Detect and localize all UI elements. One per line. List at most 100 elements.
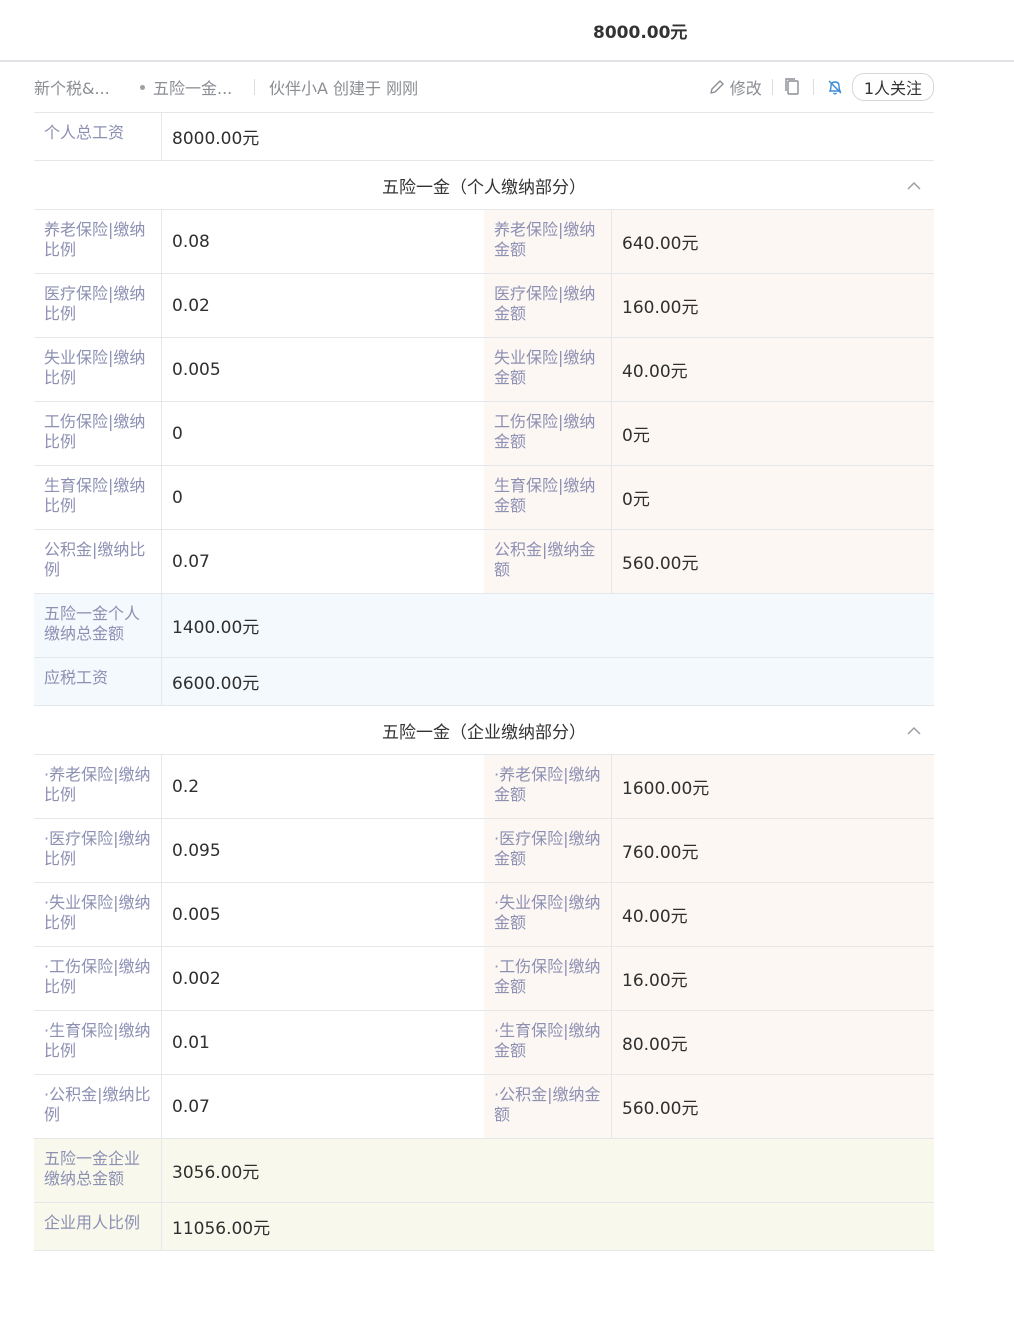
breadcrumb-view[interactable]: 五险一金... — [140, 75, 240, 99]
field-label: ·医疗保险|缴纳比例 — [34, 819, 162, 882]
ratio-field: 工伤保险|缴纳比例 0 — [34, 402, 484, 465]
taxable-salary-row: 应税工资 6600.00元 — [34, 658, 934, 706]
ratio-field: 医疗保险|缴纳比例 0.02 — [34, 274, 484, 337]
field-label: 公积金|缴纳比例 — [34, 530, 162, 593]
field-value[interactable]: 11056.00元 — [162, 1203, 934, 1250]
chevron-up-icon[interactable] — [906, 180, 922, 190]
ratio-field: ·公积金|缴纳比例 0.07 — [34, 1075, 484, 1138]
field-label: ·生育保险|缴纳金额 — [484, 1011, 612, 1074]
personal-rows: 养老保险|缴纳比例 0.08 养老保险|缴纳金额 640.00元 医疗保险|缴纳比例 0.… — [34, 210, 934, 594]
field-label: 企业用人比例 — [34, 1203, 162, 1250]
ratio-field: 养老保险|缴纳比例 0.08 — [34, 210, 484, 273]
notify-button[interactable] — [826, 78, 844, 96]
field-value[interactable]: 560.00元 — [612, 530, 922, 593]
amount-field: 生育保险|缴纳金额 0元 — [484, 466, 934, 529]
section-title: 五险一金（个人缴纳部分） — [382, 177, 586, 198]
field-label: ·养老保险|缴纳金额 — [484, 755, 612, 818]
amount-field: 失业保险|缴纳金额 40.00元 — [484, 338, 934, 401]
amount-field: ·生育保险|缴纳金额 80.00元 — [484, 1011, 934, 1074]
follow-count-badge[interactable]: 1人关注 — [851, 73, 934, 101]
ratio-field: 失业保险|缴纳比例 0.005 — [34, 338, 484, 401]
field-label: ·养老保险|缴纳比例 — [34, 755, 162, 818]
personal-section-header[interactable]: 五险一金（个人缴纳部分） — [34, 161, 934, 210]
field-value[interactable]: 0 — [162, 466, 472, 529]
field-pair-row: ·养老保险|缴纳比例 0.2 ·养老保险|缴纳金额 1600.00元 — [34, 755, 934, 819]
field-value[interactable]: 1400.00元 — [162, 594, 934, 657]
field-value[interactable]: 0.005 — [162, 883, 472, 946]
field-label: 医疗保险|缴纳比例 — [34, 274, 162, 337]
field-label: ·公积金|缴纳比例 — [34, 1075, 162, 1138]
field-label: 工伤保险|缴纳比例 — [34, 402, 162, 465]
field-value[interactable]: 8000.00元 — [162, 113, 269, 160]
amount-field: ·工伤保险|缴纳金额 16.00元 — [484, 947, 934, 1010]
field-pair-row: 失业保险|缴纳比例 0.005 失业保险|缴纳金额 40.00元 — [34, 338, 934, 402]
field-value[interactable]: 640.00元 — [612, 210, 922, 273]
ratio-field: ·失业保险|缴纳比例 0.005 — [34, 883, 484, 946]
chevron-up-icon[interactable] — [906, 725, 922, 735]
company-section-header[interactable]: 五险一金（企业缴纳部分） — [34, 706, 934, 755]
field-value[interactable]: 0.2 — [162, 755, 472, 818]
edit-label: 修改 — [729, 79, 762, 98]
field-pair-row: ·失业保险|缴纳比例 0.005 ·失业保险|缴纳金额 40.00元 — [34, 883, 934, 947]
field-value[interactable]: 0.005 — [162, 338, 472, 401]
field-label: ·失业保险|缴纳比例 — [34, 883, 162, 946]
copy-icon — [785, 78, 799, 95]
field-pair-row: 公积金|缴纳比例 0.07 公积金|缴纳金额 560.00元 — [34, 530, 934, 594]
field-value[interactable]: 1600.00元 — [612, 755, 922, 818]
field-label: ·工伤保险|缴纳比例 — [34, 947, 162, 1010]
field-value[interactable]: 160.00元 — [612, 274, 922, 337]
amount-field: 医疗保险|缴纳金额 160.00元 — [484, 274, 934, 337]
field-value[interactable]: 0元 — [612, 466, 922, 529]
field-value[interactable]: 16.00元 — [612, 947, 922, 1010]
field-value[interactable]: 560.00元 — [612, 1075, 922, 1138]
field-value[interactable]: 0.07 — [162, 530, 472, 593]
field-value[interactable]: 0元 — [612, 402, 922, 465]
section-title: 五险一金（企业缴纳部分） — [382, 722, 586, 743]
copy-button[interactable] — [783, 77, 801, 97]
field-label: 工伤保险|缴纳金额 — [484, 402, 612, 465]
field-value[interactable]: 0.095 — [162, 819, 472, 882]
amount-field: ·公积金|缴纳金额 560.00元 — [484, 1075, 934, 1138]
edit-button[interactable]: 修改 — [708, 75, 762, 99]
field-label: ·工伤保险|缴纳金额 — [484, 947, 612, 1010]
field-label: 生育保险|缴纳金额 — [484, 466, 612, 529]
field-value[interactable]: 0.02 — [162, 274, 472, 337]
field-pair-row: ·医疗保险|缴纳比例 0.095 ·医疗保险|缴纳金额 760.00元 — [34, 819, 934, 883]
field-value[interactable]: 760.00元 — [612, 819, 922, 882]
total-salary-row: 个人总工资 8000.00元 — [34, 113, 934, 161]
ratio-field: ·工伤保险|缴纳比例 0.002 — [34, 947, 484, 1010]
bell-off-icon — [828, 80, 842, 95]
amount-field: 公积金|缴纳金额 560.00元 — [484, 530, 934, 593]
creator-meta: 伙伴小A 创建于 刚刚 — [269, 79, 419, 98]
company-total-row: 五险一金企业缴纳总金额 3056.00元 — [34, 1139, 934, 1203]
field-label: 养老保险|缴纳比例 — [34, 210, 162, 273]
amount-field: ·失业保险|缴纳金额 40.00元 — [484, 883, 934, 946]
amount-field: 工伤保险|缴纳金额 0元 — [484, 402, 934, 465]
divider — [812, 79, 814, 95]
field-label: ·生育保险|缴纳比例 — [34, 1011, 162, 1074]
field-label: 公积金|缴纳金额 — [484, 530, 612, 593]
field-value[interactable]: 0 — [162, 402, 472, 465]
field-value[interactable]: 0.07 — [162, 1075, 472, 1138]
field-value[interactable]: 40.00元 — [612, 883, 922, 946]
field-label: ·公积金|缴纳金额 — [484, 1075, 612, 1138]
divider — [771, 79, 773, 95]
field-pair-row: 医疗保险|缴纳比例 0.02 医疗保险|缴纳金额 160.00元 — [34, 274, 934, 338]
breadcrumb-table[interactable]: 新个税&... — [34, 75, 134, 99]
field-value[interactable]: 3056.00元 — [162, 1139, 934, 1202]
ratio-field: 生育保险|缴纳比例 0 — [34, 466, 484, 529]
field-pair-row: ·公积金|缴纳比例 0.07 ·公积金|缴纳金额 560.00元 — [34, 1075, 934, 1139]
company-rows: ·养老保险|缴纳比例 0.2 ·养老保险|缴纳金额 1600.00元 ·医疗保险|缴纳比… — [34, 755, 934, 1139]
field-label: 生育保险|缴纳比例 — [34, 466, 162, 529]
field-value[interactable]: 0.01 — [162, 1011, 472, 1074]
field-value[interactable]: 80.00元 — [612, 1011, 922, 1074]
company-ratio-row: 企业用人比例 11056.00元 — [34, 1203, 934, 1251]
field-pair-row: 工伤保险|缴纳比例 0 工伤保险|缴纳金额 0元 — [34, 402, 934, 466]
field-value[interactable]: 40.00元 — [612, 338, 922, 401]
field-label: 五险一金企业缴纳总金额 — [34, 1139, 162, 1202]
field-label: 应税工资 — [34, 658, 162, 705]
field-value[interactable]: 0.002 — [162, 947, 472, 1010]
field-label: 失业保险|缴纳比例 — [34, 338, 162, 401]
field-value[interactable]: 6600.00元 — [162, 658, 934, 705]
field-value[interactable]: 0.08 — [162, 210, 472, 273]
